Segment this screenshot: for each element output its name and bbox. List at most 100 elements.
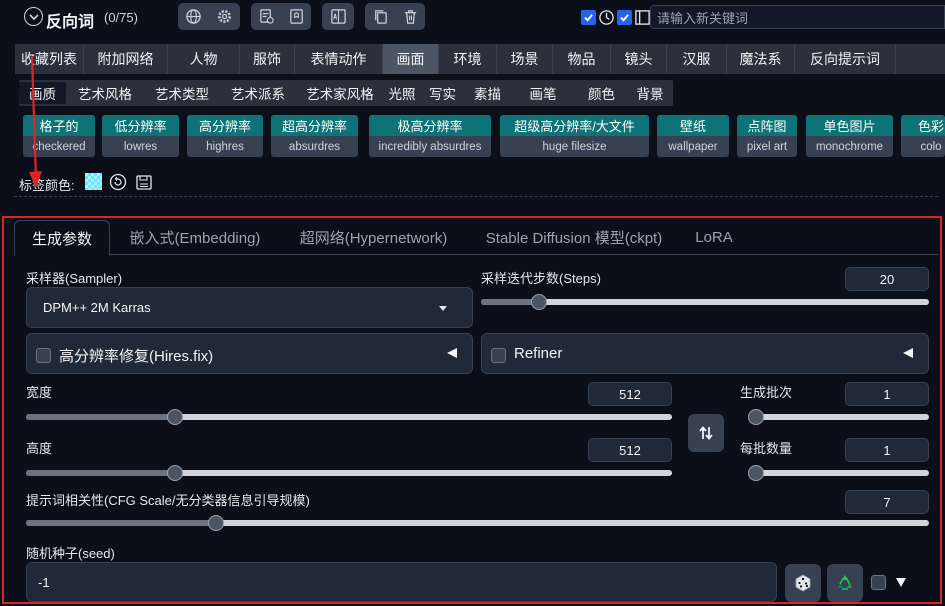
tag-chip[interactable]: 超高分辨率 absurdres [271,115,358,157]
width-slider[interactable] [26,409,672,425]
toggle-checkbox-1[interactable] [581,10,596,25]
panel-icon[interactable] [634,9,651,26]
tag-chip-label: 高分辨率 [187,115,263,136]
subcategory-tab[interactable]: 光照 [384,80,420,106]
random-seed-button[interactable] [785,564,821,602]
gen-tab[interactable]: 超网络(Hypernetwork) [280,220,467,254]
tag-chip-label: 低分辨率 [102,115,179,136]
expand-triangle-icon [447,348,457,358]
category-tab[interactable]: 镜头 [611,44,667,74]
cfg-scale-slider[interactable] [26,515,929,531]
category-tab[interactable]: 人物 [168,44,240,74]
seed-input[interactable]: -1 [26,562,777,602]
extra-seed-checkbox[interactable] [871,575,886,590]
copy-icon[interactable] [372,8,389,25]
tag-chip[interactable]: 高分辨率 highres [187,115,263,157]
tag-chip-subtitle: huge filesize [542,140,607,153]
toolbar-group-3 [322,3,354,30]
subcategory-tab[interactable]: 画笔 [510,80,576,106]
sampler-select[interactable]: DPM++ 2M Karras [26,287,473,328]
tag-chip[interactable]: 低分辨率 lowres [102,115,179,157]
batch-size-number-input[interactable]: 1 [845,438,929,462]
subcategory-tab[interactable]: 艺术风格 [66,80,144,106]
divider [14,196,938,197]
category-tab[interactable]: 附加网络 [84,44,168,74]
tag-chip[interactable]: 超级高分辨率/大文件 huge filesize [500,115,649,157]
subcategory-tab[interactable]: 素描 [465,80,510,106]
hires-fix-label: 高分辨率修复(Hires.fix) [59,348,214,365]
subcategory-tab[interactable]: 艺术家风格 [296,80,384,106]
width-number-input[interactable]: 512 [588,382,672,406]
translate-icon[interactable] [330,8,347,25]
gen-tab[interactable]: Stable Diffusion 模型(ckpt) [468,220,680,254]
slider-thumb[interactable] [748,465,764,481]
red-arrow-annotation [29,55,42,188]
bookmark-icon[interactable] [288,8,305,25]
token-counter: (0/75) [104,10,138,25]
height-number-input[interactable]: 512 [588,438,672,462]
cfg-scale-number-input[interactable]: 7 [845,490,929,514]
category-tab[interactable]: 物品 [553,44,611,74]
width-label: 宽度 [26,385,53,400]
tag-chip[interactable]: 色彩 colo [901,115,945,157]
reuse-seed-button[interactable] [827,564,863,602]
category-tab[interactable]: 场景 [497,44,553,74]
swap-dimensions-button[interactable] [688,414,724,452]
sampler-value: DPM++ 2M Karras [43,300,151,315]
refiner-accordion[interactable]: Refiner [481,333,929,374]
slider-fill [26,414,175,420]
tag-chip-label: 色彩 [901,115,945,136]
tag-chip[interactable]: 极高分辨率 incredibly absurdres [369,115,491,157]
subcategory-tab[interactable]: 颜色 [576,80,627,106]
hires-fix-accordion[interactable]: 高分辨率修复(Hires.fix) [26,333,473,374]
tag-chip-subtitle: colo [920,140,942,153]
slider-thumb[interactable] [207,515,224,531]
category-tab[interactable]: 服饰 [240,44,295,74]
tag-chip[interactable]: 壁纸 wallpaper [657,115,729,157]
category-tab[interactable]: 环境 [439,44,497,74]
save-color-icon[interactable] [135,173,153,191]
refiner-label: Refiner [514,345,563,362]
subcategory-tab[interactable]: 背景 [627,80,673,106]
tag-color-swatch[interactable] [85,173,102,190]
toggle-checkbox-2[interactable] [617,10,632,25]
gen-tab-underline [14,254,938,255]
category-tab[interactable]: 表情动作 [295,44,383,74]
refiner-checkbox[interactable] [491,348,506,363]
tag-chip[interactable]: 点阵图 pixel art [737,115,797,157]
trash-icon[interactable] [402,8,419,25]
batch-count-number-input[interactable]: 1 [845,382,929,406]
subcategory-tab[interactable]: 艺术派系 [220,80,296,106]
gen-tab[interactable]: LoRA [680,220,748,254]
gen-tab[interactable]: 嵌入式(Embedding) [110,220,280,254]
collapse-chevron-icon[interactable] [24,7,43,26]
globe-icon[interactable] [185,8,202,25]
slider-thumb[interactable] [748,409,764,425]
category-tab[interactable]: 画面 [383,44,439,74]
tag-chip-label: 超高分辨率 [271,115,358,136]
history-doc-icon[interactable] [258,8,275,25]
steps-number-input[interactable]: 20 [845,267,929,291]
slider-thumb[interactable] [166,409,183,425]
subcategory-tab[interactable]: 写实 [420,80,465,106]
steps-slider[interactable] [481,294,929,310]
category-tab[interactable]: 汉服 [667,44,727,74]
new-keyword-input[interactable]: 请输入新关键词 [650,5,945,29]
batch-size-slider[interactable] [748,465,929,481]
extra-seed-triangle-icon[interactable] [895,577,907,588]
prompt-title: 反向词 [46,14,95,31]
clock-icon[interactable] [598,9,615,26]
slider-thumb[interactable] [166,465,183,481]
category-tab[interactable]: 魔法系 [727,44,795,74]
tag-chip-subtitle: wallpaper [668,140,718,153]
tag-chip[interactable]: 单色图片 monochrome [806,115,893,157]
hires-fix-checkbox[interactable] [36,348,51,363]
batch-count-slider[interactable] [748,409,929,425]
reset-color-icon[interactable] [109,173,127,191]
gen-tab[interactable]: 生成参数 [14,220,110,256]
gear-icon[interactable] [216,8,233,25]
subcategory-tab[interactable]: 艺术类型 [144,80,220,106]
tag-chip-label: 超级高分辨率/大文件 [500,115,649,136]
category-tab[interactable]: 反向提示词 [795,44,896,74]
height-slider[interactable] [26,465,672,481]
